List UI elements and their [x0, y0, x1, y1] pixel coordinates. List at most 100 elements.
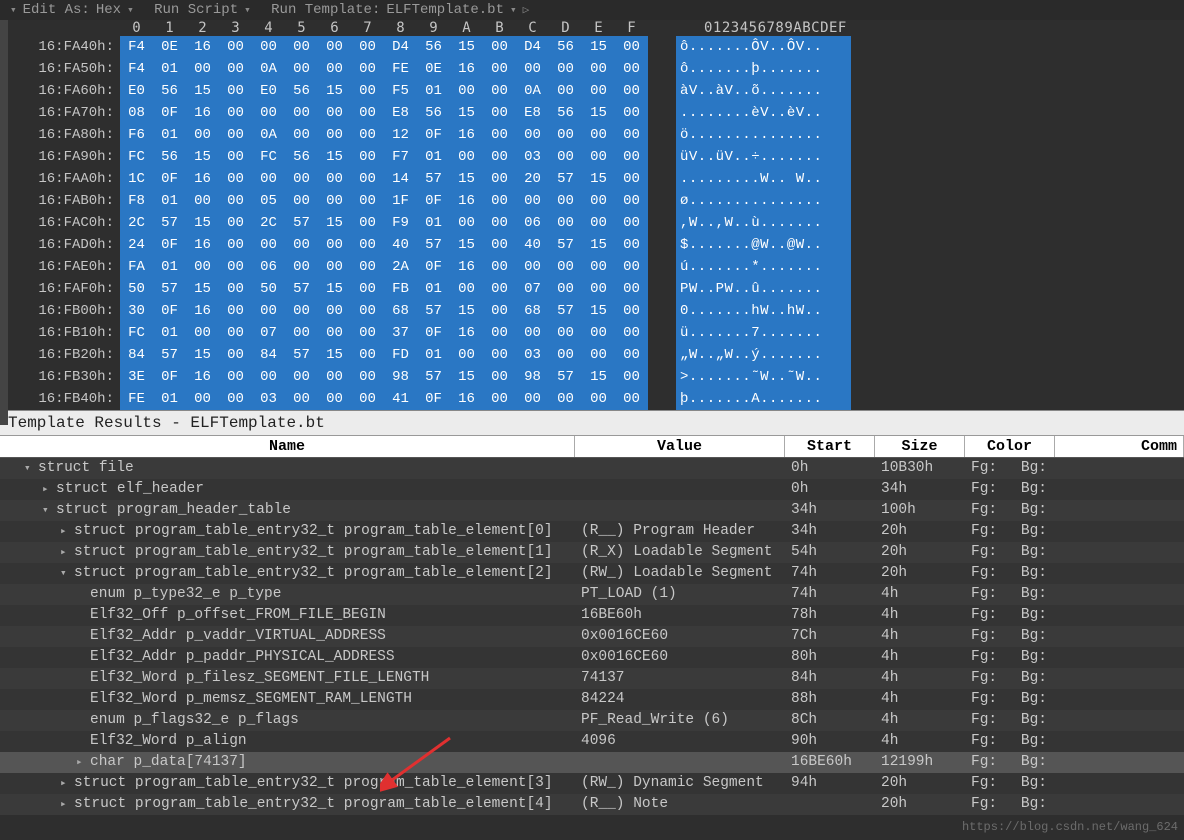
hex-byte[interactable]: 00 — [252, 168, 285, 190]
hex-byte[interactable]: 00 — [351, 190, 384, 212]
hex-byte[interactable]: 01 — [153, 124, 186, 146]
hex-byte[interactable]: 00 — [549, 124, 582, 146]
hex-byte[interactable]: 00 — [582, 212, 615, 234]
hex-byte[interactable]: 00 — [285, 168, 318, 190]
hex-byte[interactable]: 15 — [186, 212, 219, 234]
hex-ascii[interactable]: ø............... — [676, 190, 851, 212]
hex-byte[interactable]: F4 — [120, 36, 153, 58]
hex-byte[interactable]: 00 — [285, 36, 318, 58]
hex-byte[interactable]: 84 — [252, 344, 285, 366]
hex-ascii[interactable]: ô.......þ....... — [676, 58, 851, 80]
hex-byte[interactable]: 01 — [153, 388, 186, 410]
hex-row[interactable]: 16:FA50h:F40100000A000000FE0E16000000000… — [0, 58, 1184, 80]
hex-byte[interactable]: 0F — [153, 168, 186, 190]
run-icon[interactable]: ▷ — [523, 3, 530, 17]
hex-byte[interactable]: 00 — [516, 58, 549, 80]
hex-bytes[interactable]: 300F1600000000006857150068571500 — [120, 300, 648, 322]
hex-byte[interactable]: 15 — [450, 234, 483, 256]
hex-byte[interactable]: 00 — [318, 102, 351, 124]
hex-byte[interactable]: D4 — [384, 36, 417, 58]
hex-byte[interactable]: 00 — [351, 366, 384, 388]
hex-byte[interactable]: 00 — [582, 278, 615, 300]
hex-ascii[interactable]: .........W.. W.. — [676, 168, 851, 190]
hex-byte[interactable]: 56 — [285, 80, 318, 102]
hex-byte[interactable]: 00 — [219, 124, 252, 146]
hex-byte[interactable]: 00 — [582, 124, 615, 146]
hex-byte[interactable]: 00 — [450, 212, 483, 234]
col-color-header[interactable]: Color — [965, 436, 1055, 457]
hex-byte[interactable]: 00 — [285, 388, 318, 410]
chevron-right-icon[interactable]: ▸ — [60, 522, 74, 542]
hex-byte[interactable]: 57 — [285, 278, 318, 300]
hex-byte[interactable]: 15 — [318, 212, 351, 234]
hex-byte[interactable]: 00 — [351, 168, 384, 190]
hex-byte[interactable]: 15 — [582, 102, 615, 124]
hex-bytes[interactable]: 2C5715002C571500F901000006000000 — [120, 212, 648, 234]
hex-byte[interactable]: 06 — [252, 256, 285, 278]
hex-byte[interactable]: 00 — [615, 80, 648, 102]
hex-byte[interactable]: 0F — [153, 234, 186, 256]
hex-row[interactable]: 16:FB20h:8457150084571500FD0100000300000… — [0, 344, 1184, 366]
hex-byte[interactable]: 00 — [615, 190, 648, 212]
hex-ascii[interactable]: 0.......hW..hW.. — [676, 300, 851, 322]
hex-byte[interactable]: 00 — [483, 322, 516, 344]
hex-byte[interactable]: 00 — [483, 36, 516, 58]
hex-byte[interactable]: 00 — [549, 256, 582, 278]
hex-byte[interactable]: 00 — [549, 322, 582, 344]
hex-byte[interactable]: 01 — [417, 212, 450, 234]
chevron-down-icon[interactable]: ▾ — [127, 3, 134, 17]
hex-row[interactable]: 16:FA80h:F60100000A000000120F16000000000… — [0, 124, 1184, 146]
hex-byte[interactable]: 0F — [417, 124, 450, 146]
hex-byte[interactable]: 00 — [351, 124, 384, 146]
hex-byte[interactable]: 00 — [516, 190, 549, 212]
hex-byte[interactable]: 00 — [549, 190, 582, 212]
hex-byte[interactable]: FE — [120, 388, 153, 410]
hex-byte[interactable]: 00 — [483, 58, 516, 80]
hex-byte[interactable]: 00 — [252, 300, 285, 322]
hex-byte[interactable]: 57 — [549, 366, 582, 388]
hex-byte[interactable]: 15 — [450, 300, 483, 322]
template-row[interactable]: ▸struct program_table_entry32_t program_… — [0, 542, 1184, 563]
hex-byte[interactable]: 00 — [285, 102, 318, 124]
hex-byte[interactable]: FE — [384, 58, 417, 80]
hex-byte[interactable]: 1C — [120, 168, 153, 190]
hex-byte[interactable]: 03 — [252, 388, 285, 410]
hex-byte[interactable]: 00 — [186, 58, 219, 80]
hex-byte[interactable]: 00 — [318, 256, 351, 278]
hex-byte[interactable]: 01 — [417, 146, 450, 168]
hex-byte[interactable]: 56 — [549, 102, 582, 124]
hex-byte[interactable]: 00 — [582, 388, 615, 410]
hex-ascii[interactable]: þ.......A....... — [676, 388, 851, 410]
hex-byte[interactable]: 00 — [582, 344, 615, 366]
hex-bytes[interactable]: E0561500E0561500F50100000A000000 — [120, 80, 648, 102]
hex-byte[interactable]: 15 — [450, 102, 483, 124]
hex-byte[interactable]: 00 — [615, 146, 648, 168]
hex-byte[interactable]: 0A — [252, 58, 285, 80]
hex-byte[interactable]: 00 — [252, 366, 285, 388]
chevron-down-icon[interactable]: ▾ — [510, 3, 517, 17]
hex-byte[interactable]: 03 — [516, 344, 549, 366]
hex-byte[interactable]: 1F — [384, 190, 417, 212]
hex-bytes[interactable]: F60100000A000000120F160000000000 — [120, 124, 648, 146]
hex-byte[interactable]: 00 — [582, 146, 615, 168]
hex-byte[interactable]: 00 — [219, 168, 252, 190]
hex-byte[interactable]: FC — [120, 146, 153, 168]
hex-byte[interactable]: 00 — [219, 36, 252, 58]
hex-byte[interactable]: 01 — [153, 190, 186, 212]
template-row[interactable]: ▾struct program_table_entry32_t program_… — [0, 563, 1184, 584]
hex-byte[interactable]: 00 — [318, 124, 351, 146]
hex-byte[interactable]: 00 — [252, 36, 285, 58]
hex-byte[interactable]: 00 — [483, 124, 516, 146]
hex-byte[interactable]: 0F — [417, 190, 450, 212]
hex-byte[interactable]: 00 — [516, 256, 549, 278]
hex-byte[interactable]: 00 — [219, 58, 252, 80]
hex-byte[interactable]: 01 — [153, 58, 186, 80]
hex-row[interactable]: 16:FAD0h:240F160000000000405715004057150… — [0, 234, 1184, 256]
hex-row[interactable]: 16:FB10h:FC01000007000000370F16000000000… — [0, 322, 1184, 344]
hex-byte[interactable]: F9 — [384, 212, 417, 234]
hex-byte[interactable]: 00 — [549, 212, 582, 234]
hex-byte[interactable]: 00 — [351, 58, 384, 80]
hex-byte[interactable]: 98 — [384, 366, 417, 388]
hex-byte[interactable]: 15 — [318, 344, 351, 366]
hex-ascii[interactable]: ö............... — [676, 124, 851, 146]
